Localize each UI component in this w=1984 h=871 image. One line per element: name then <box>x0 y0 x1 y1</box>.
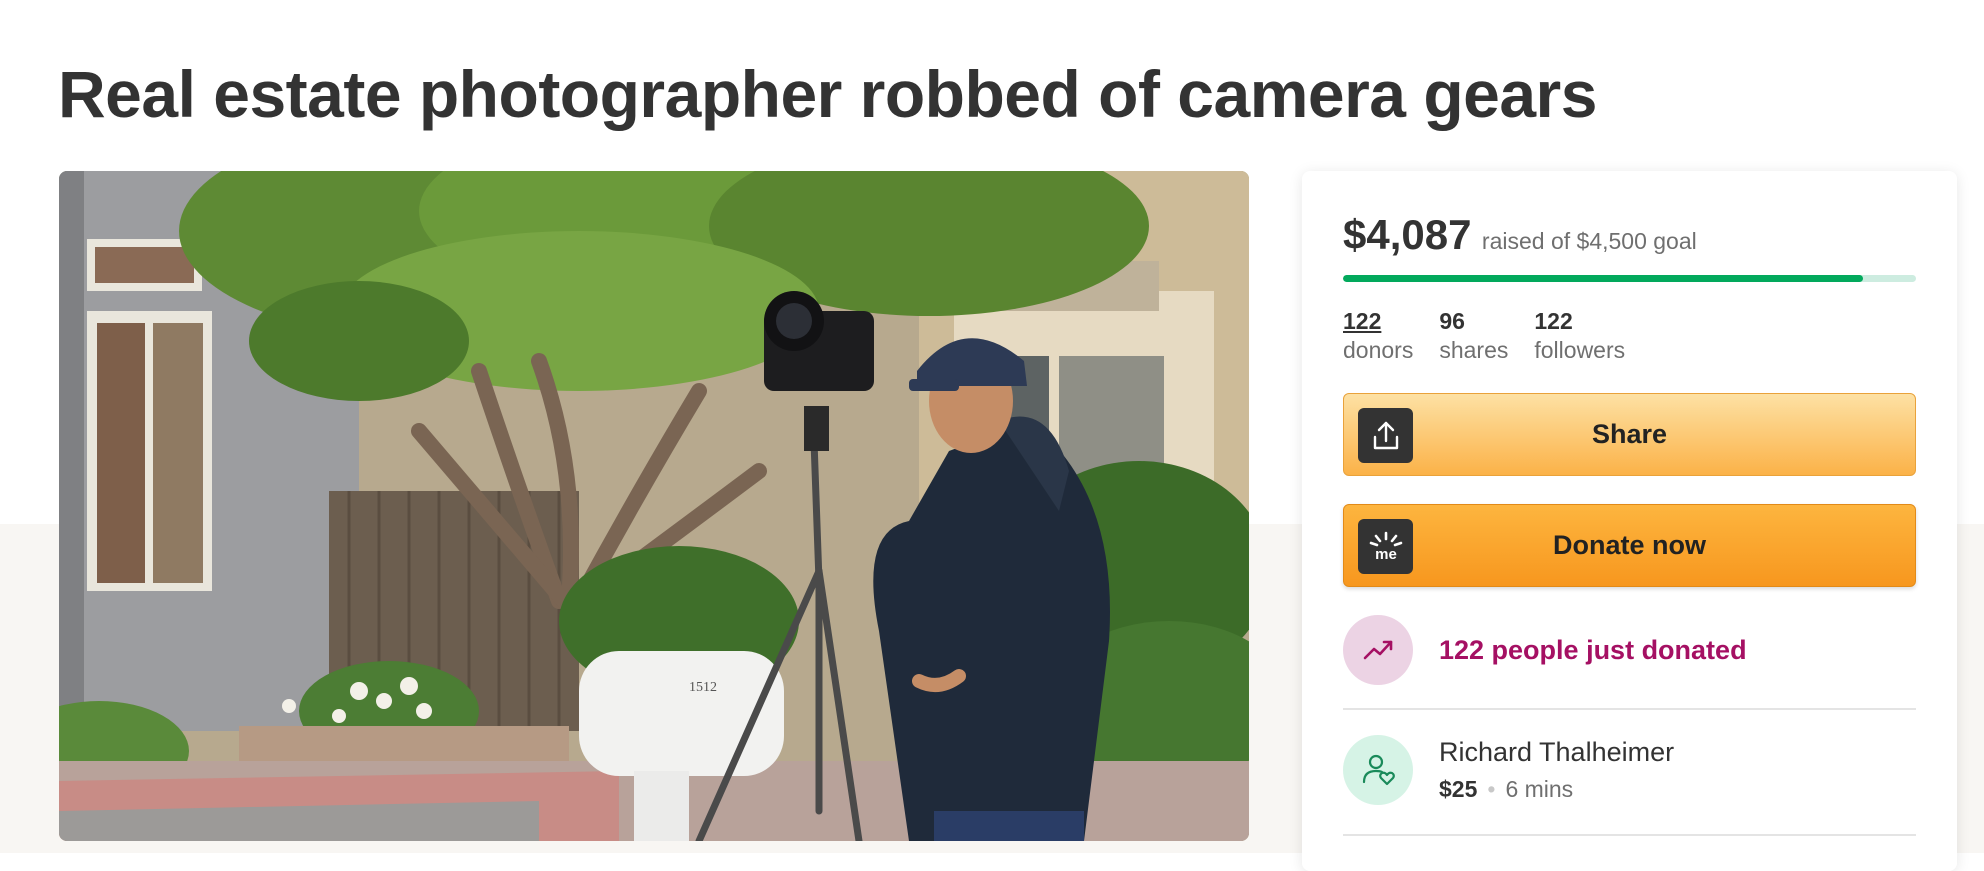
donor-heart-icon <box>1343 735 1413 805</box>
donors-label: donors <box>1343 337 1414 363</box>
share-upload-icon <box>1358 408 1413 463</box>
stat-shares: 96 shares <box>1439 308 1508 364</box>
followers-label: followers <box>1534 337 1626 363</box>
donate-button-label: Donate now <box>1553 530 1706 560</box>
stat-donors[interactable]: 122 donors <box>1343 308 1413 364</box>
goal-text: raised of $4,500 goal <box>1481 228 1697 254</box>
campaign-stats: 122 donors 96 shares 122 followers <box>1343 308 1625 364</box>
stat-followers: 122 followers <box>1534 308 1625 364</box>
donor-amount: $25 <box>1439 776 1478 802</box>
amount-raised: $4,087 <box>1343 211 1472 258</box>
recent-donor-item: Richard Thalheimer $25 • 6 mins <box>1343 735 1674 805</box>
shares-count: 96 <box>1439 308 1465 334</box>
gofundme-logo-icon: me <box>1358 519 1413 574</box>
progress-bar <box>1343 275 1916 282</box>
donor-time: 6 mins <box>1505 776 1574 802</box>
divider <box>1343 708 1916 710</box>
separator-dot: • <box>1487 776 1496 802</box>
donors-count[interactable]: 122 <box>1343 308 1413 335</box>
followers-count: 122 <box>1534 308 1573 334</box>
donor-name: Richard Thalheimer <box>1439 737 1675 767</box>
recent-activity[interactable]: 122 people just donated <box>1343 615 1747 685</box>
donation-card: $4,087 raised of $4,500 goal 122 donors … <box>1302 171 1957 871</box>
progress-bar-fill <box>1343 275 1864 282</box>
shares-label: shares <box>1439 337 1509 363</box>
share-button[interactable]: Share <box>1343 393 1916 476</box>
donate-now-button[interactable]: me Donate now <box>1343 504 1916 587</box>
donor-info: Richard Thalheimer $25 • 6 mins <box>1439 737 1674 803</box>
campaign-title: Real estate photographer robbed of camer… <box>58 57 1597 131</box>
donor-meta: $25 • 6 mins <box>1439 776 1674 803</box>
divider <box>1343 834 1916 836</box>
amount-raised-row: $4,087 raised of $4,500 goal <box>1343 211 1697 259</box>
svg-text:me: me <box>1375 546 1397 563</box>
svg-text:1512: 1512 <box>689 680 717 695</box>
campaign-hero-image[interactable]: 1512 <box>59 171 1249 841</box>
share-button-label: Share <box>1591 419 1668 449</box>
recent-activity-text: 122 people just donated <box>1439 634 1747 665</box>
trending-up-icon <box>1343 615 1413 685</box>
